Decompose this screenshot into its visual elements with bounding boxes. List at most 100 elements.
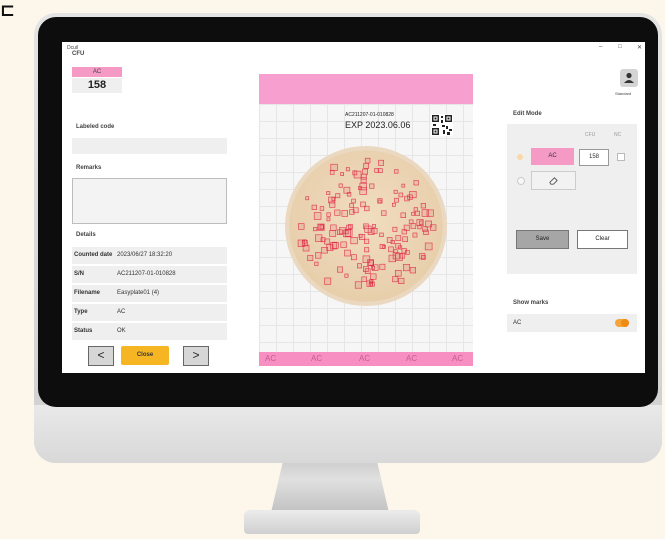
colony-mark [379, 263, 386, 270]
user-icon [624, 72, 634, 83]
next-button[interactable]: > [183, 346, 209, 366]
close-window-button[interactable]: ✕ [637, 44, 642, 51]
remarks-textarea[interactable] [72, 178, 227, 224]
colony-mark [338, 183, 343, 188]
colony-mark [379, 232, 384, 238]
details-label: Details [76, 232, 96, 238]
colony-mark [363, 223, 369, 230]
colony-mark [330, 163, 338, 171]
labeled-code-field[interactable] [72, 138, 227, 154]
colony-mark [324, 238, 331, 245]
strip-label: AC [311, 354, 323, 363]
colony-mark [377, 198, 383, 204]
colony-mark [364, 157, 371, 164]
colony-mark [317, 224, 324, 230]
colony-mark [394, 197, 399, 203]
colony-mark [313, 212, 322, 220]
previous-button[interactable]: < [88, 346, 114, 366]
colony-mark [305, 196, 310, 201]
colony-mark [401, 183, 406, 188]
colony-mark [350, 237, 358, 245]
colony-mark [392, 226, 398, 232]
colony-mark [415, 210, 421, 216]
colony-mark [370, 273, 377, 280]
details-row: Filename Easyplate01 (4) [72, 285, 227, 302]
colony-mark [363, 266, 369, 272]
colony-mark [398, 277, 405, 284]
strip-label: AC [265, 354, 277, 363]
colony-mark [315, 252, 322, 259]
strip-label: AC [452, 354, 464, 363]
details-value: AC [117, 309, 126, 315]
colony-mark [371, 266, 375, 270]
colony-mark [302, 244, 310, 252]
colony-mark [430, 224, 437, 231]
colony-mark [408, 219, 414, 225]
colony-mark [424, 242, 433, 251]
colony-mark [337, 266, 344, 273]
colony-marks [297, 157, 437, 289]
cfu-count: 158 [72, 78, 122, 93]
colony-mark [345, 167, 350, 172]
colony-mark [372, 224, 376, 228]
colony-mark [388, 254, 396, 263]
colony-mark [364, 205, 370, 212]
colony-mark [361, 173, 367, 180]
monitor-stand [270, 455, 390, 517]
colony-mark [353, 170, 362, 179]
colony-mark [395, 235, 402, 241]
qr-code-icon [431, 114, 453, 136]
colony-mark [403, 264, 411, 272]
colony-mark [378, 159, 384, 166]
details-key: Counted date [74, 252, 113, 258]
colony-mark [326, 217, 331, 222]
title-bar: Dcuil – □ ✕ [62, 42, 645, 53]
colony-mark [314, 261, 319, 266]
colony-mark [392, 276, 399, 283]
remarks-label: Remarks [76, 165, 102, 171]
details-table: Counted date 2023/06/27 18:32:20 S/N AC2… [72, 247, 227, 342]
ac-badge: AC [72, 67, 122, 77]
colony-mark [410, 223, 417, 229]
plate-label-strip: AC AC AC AC AC [259, 352, 473, 366]
colony-mark [413, 207, 418, 212]
colony-mark [403, 224, 410, 231]
colony-mark [388, 246, 394, 253]
colony-mark [326, 191, 331, 196]
colony-mark [326, 244, 334, 251]
colony-mark [307, 255, 314, 262]
colony-mark [374, 168, 379, 173]
colony-mark [362, 168, 368, 175]
colony-mark [346, 224, 352, 230]
colony-mark [344, 273, 349, 278]
colony-mark [402, 236, 408, 243]
monitor-base [244, 510, 420, 534]
colony-mark [409, 267, 416, 274]
close-button[interactable]: Close [121, 346, 169, 365]
details-key: S/N [74, 271, 85, 277]
colony-mark [337, 229, 343, 236]
colony-mark [344, 249, 351, 257]
colony-mark [417, 225, 422, 230]
details-value: AC211207-01-010828 [117, 271, 176, 277]
minimize-button[interactable]: – [599, 44, 602, 50]
plate-expiry: EXP 2023.06.06 [345, 120, 411, 130]
plate-image[interactable]: AC211207-01-010828 EXP 2023.06.06 AC AC … [259, 74, 473, 366]
colony-mark [413, 180, 419, 186]
colony-mark [412, 232, 418, 238]
colony-mark [330, 224, 337, 231]
colony-mark [329, 201, 336, 208]
details-row: S/N AC211207-01-010828 [72, 266, 227, 283]
colony-mark [423, 229, 429, 235]
strip-label: AC [406, 354, 418, 363]
colony-mark [390, 240, 395, 245]
user-button[interactable] [620, 69, 638, 87]
corner-bracket-icon: ⊏ [0, 0, 16, 21]
maximize-button[interactable]: □ [618, 44, 622, 50]
colony-mark [398, 245, 403, 250]
colony-mark [349, 209, 355, 215]
colony-mark [409, 190, 417, 199]
plate-code: AC211207-01-010828 [345, 112, 394, 118]
colony-mark [340, 241, 347, 248]
details-row: Status OK [72, 323, 227, 340]
